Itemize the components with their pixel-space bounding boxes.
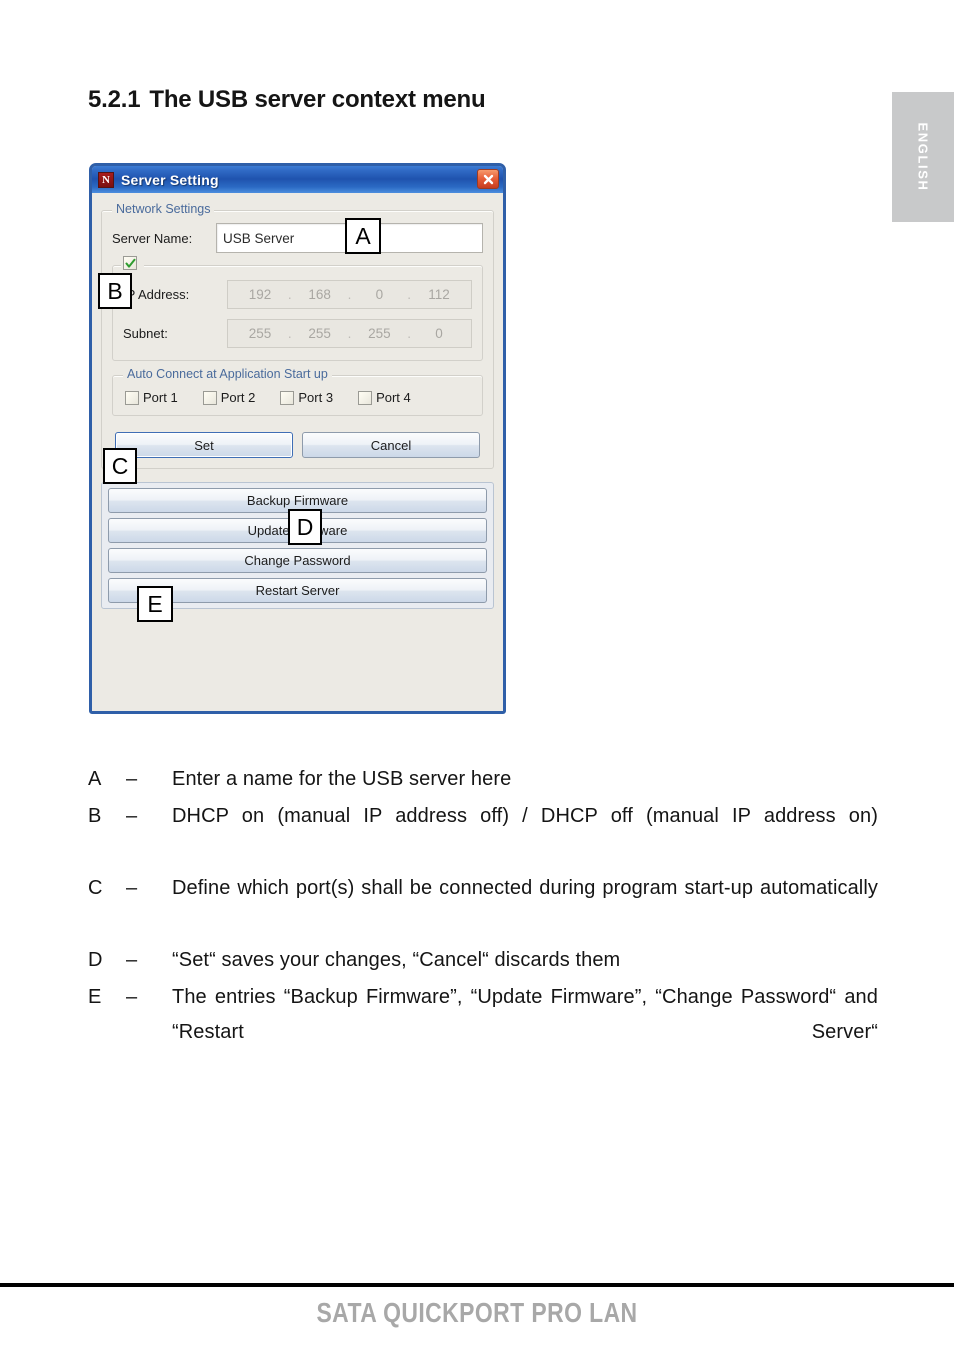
subnet-octet-1[interactable]: 255 bbox=[234, 326, 286, 341]
legend-key: D bbox=[88, 949, 103, 971]
subnet-octet-3[interactable]: 255 bbox=[353, 326, 405, 341]
legend-text: Define which port(s) shall be connected … bbox=[172, 877, 878, 899]
port-1-checkbox[interactable] bbox=[125, 390, 139, 405]
legend-text: “Set“ saves your changes, “Cancel“ disca… bbox=[172, 949, 621, 971]
dhcp-checkbox-row[interactable] bbox=[121, 256, 144, 270]
port-3-label: Port 3 bbox=[298, 390, 334, 405]
ip-octet-2[interactable]: 168 bbox=[294, 287, 346, 302]
ip-address-input[interactable]: 192 . 168 . 0 . 112 bbox=[227, 280, 472, 309]
ip-octet-4[interactable]: 112 bbox=[413, 287, 465, 302]
port-4-checkbox[interactable] bbox=[358, 390, 373, 405]
auto-connect-label: Auto Connect at Application Start up bbox=[123, 367, 332, 381]
port-4-checkbox-row[interactable]: Port 4 bbox=[358, 390, 411, 405]
ip-separator: . bbox=[287, 286, 292, 302]
callout-marker-c: C bbox=[103, 448, 137, 484]
ip-octet-1[interactable]: 192 bbox=[234, 287, 286, 302]
callout-marker-a: A bbox=[345, 218, 381, 254]
dialog-action-row: Set Cancel bbox=[112, 432, 483, 458]
dialog-titlebar: N Server Setting bbox=[92, 166, 503, 193]
legend-dash: – bbox=[126, 768, 138, 790]
legend-dash: – bbox=[126, 877, 138, 899]
dhcp-group: IP Address: 192 . 168 . 0 . 112 Subnet: … bbox=[112, 256, 483, 361]
close-icon[interactable] bbox=[477, 169, 499, 189]
cancel-button[interactable]: Cancel bbox=[302, 432, 480, 458]
change-password-button[interactable]: Change Password bbox=[108, 548, 487, 573]
subnet-separator: . bbox=[287, 325, 292, 341]
port-1-label: Port 1 bbox=[143, 390, 178, 405]
subnet-octet-2[interactable]: 255 bbox=[294, 326, 346, 341]
footer-divider bbox=[0, 1283, 954, 1287]
legend-key: C bbox=[88, 877, 103, 899]
callout-marker-e: E bbox=[137, 586, 173, 622]
dialog-title: Server Setting bbox=[121, 171, 219, 188]
legend-key: E bbox=[88, 986, 102, 1008]
subnet-row: Subnet: 255 . 255 . 255 . 0 bbox=[123, 319, 472, 348]
legend-text: Enter a name for the USB server here bbox=[172, 768, 512, 790]
port-2-label: Port 2 bbox=[220, 390, 256, 405]
server-setting-dialog: N Server Setting Network Settings Server… bbox=[89, 163, 506, 714]
dialog-body: Network Settings Server Name: USB Server… bbox=[92, 193, 503, 711]
page-title: 5.2.1 The USB server context menu bbox=[88, 86, 486, 114]
legend-dash: – bbox=[126, 949, 138, 971]
port-2-checkbox[interactable] bbox=[202, 390, 217, 405]
footer-product-name: SATA QUICKPORT PRO LAN bbox=[316, 1297, 638, 1328]
legend-item-a: A – Enter a name for the USB server here bbox=[88, 762, 878, 797]
port-1-checkbox-row[interactable]: Port 1 bbox=[125, 390, 178, 405]
legend-text: DHCP on (manual IP address off) / DHCP o… bbox=[172, 805, 878, 827]
network-settings-label: Network Settings bbox=[112, 202, 215, 216]
port-checkbox-list: Port 1 Port 2 Port 3 Port 4 bbox=[125, 390, 472, 405]
app-icon: N bbox=[98, 171, 114, 188]
legend-item-e: E – The entries “Backup Firmware”, “Upda… bbox=[88, 980, 878, 1085]
port-3-checkbox[interactable] bbox=[280, 390, 295, 405]
callout-marker-d: D bbox=[288, 509, 322, 545]
legend-item-d: D – “Set“ saves your changes, “Cancel“ d… bbox=[88, 943, 878, 978]
legend-dash: – bbox=[126, 986, 138, 1008]
language-tab-label: ENGLISH bbox=[915, 122, 931, 192]
subnet-octet-4[interactable]: 0 bbox=[413, 326, 465, 341]
legend-item-b: B – DHCP on (manual IP address off) / DH… bbox=[88, 799, 878, 869]
subnet-input[interactable]: 255 . 255 . 255 . 0 bbox=[227, 319, 472, 348]
ip-address-row: IP Address: 192 . 168 . 0 . 112 bbox=[123, 280, 472, 309]
port-2-checkbox-row[interactable]: Port 2 bbox=[202, 390, 256, 405]
legend-dash: – bbox=[126, 805, 138, 827]
ip-octet-3[interactable]: 0 bbox=[353, 287, 405, 302]
dhcp-checkbox[interactable] bbox=[123, 256, 137, 270]
callout-marker-b: B bbox=[98, 273, 132, 309]
port-3-checkbox-row[interactable]: Port 3 bbox=[280, 390, 333, 405]
section-title: The USB server context menu bbox=[149, 86, 486, 113]
legend-text: The entries “Backup Firmware”, “Update F… bbox=[172, 986, 878, 1043]
ip-separator: . bbox=[347, 286, 352, 302]
subnet-label: Subnet: bbox=[123, 326, 168, 341]
port-4-label: Port 4 bbox=[376, 390, 411, 405]
server-name-label: Server Name: bbox=[112, 230, 193, 246]
set-button[interactable]: Set bbox=[115, 432, 293, 458]
legend-item-c: C – Define which port(s) shall be connec… bbox=[88, 871, 878, 941]
legend-list: A – Enter a name for the USB server here… bbox=[88, 762, 878, 1087]
network-settings-group: Network Settings Server Name: USB Server… bbox=[101, 202, 494, 469]
language-tab: ENGLISH bbox=[892, 92, 954, 222]
server-name-row: Server Name: USB Server bbox=[112, 223, 483, 253]
legend-key: A bbox=[88, 768, 102, 790]
ip-separator: . bbox=[407, 286, 412, 302]
subnet-separator: . bbox=[407, 325, 412, 341]
section-number: 5.2.1 bbox=[88, 86, 141, 113]
ip-address-label: IP Address: bbox=[123, 287, 190, 302]
auto-connect-group: Auto Connect at Application Start up Por… bbox=[112, 367, 483, 416]
legend-key: B bbox=[88, 805, 102, 827]
subnet-separator: . bbox=[347, 325, 352, 341]
